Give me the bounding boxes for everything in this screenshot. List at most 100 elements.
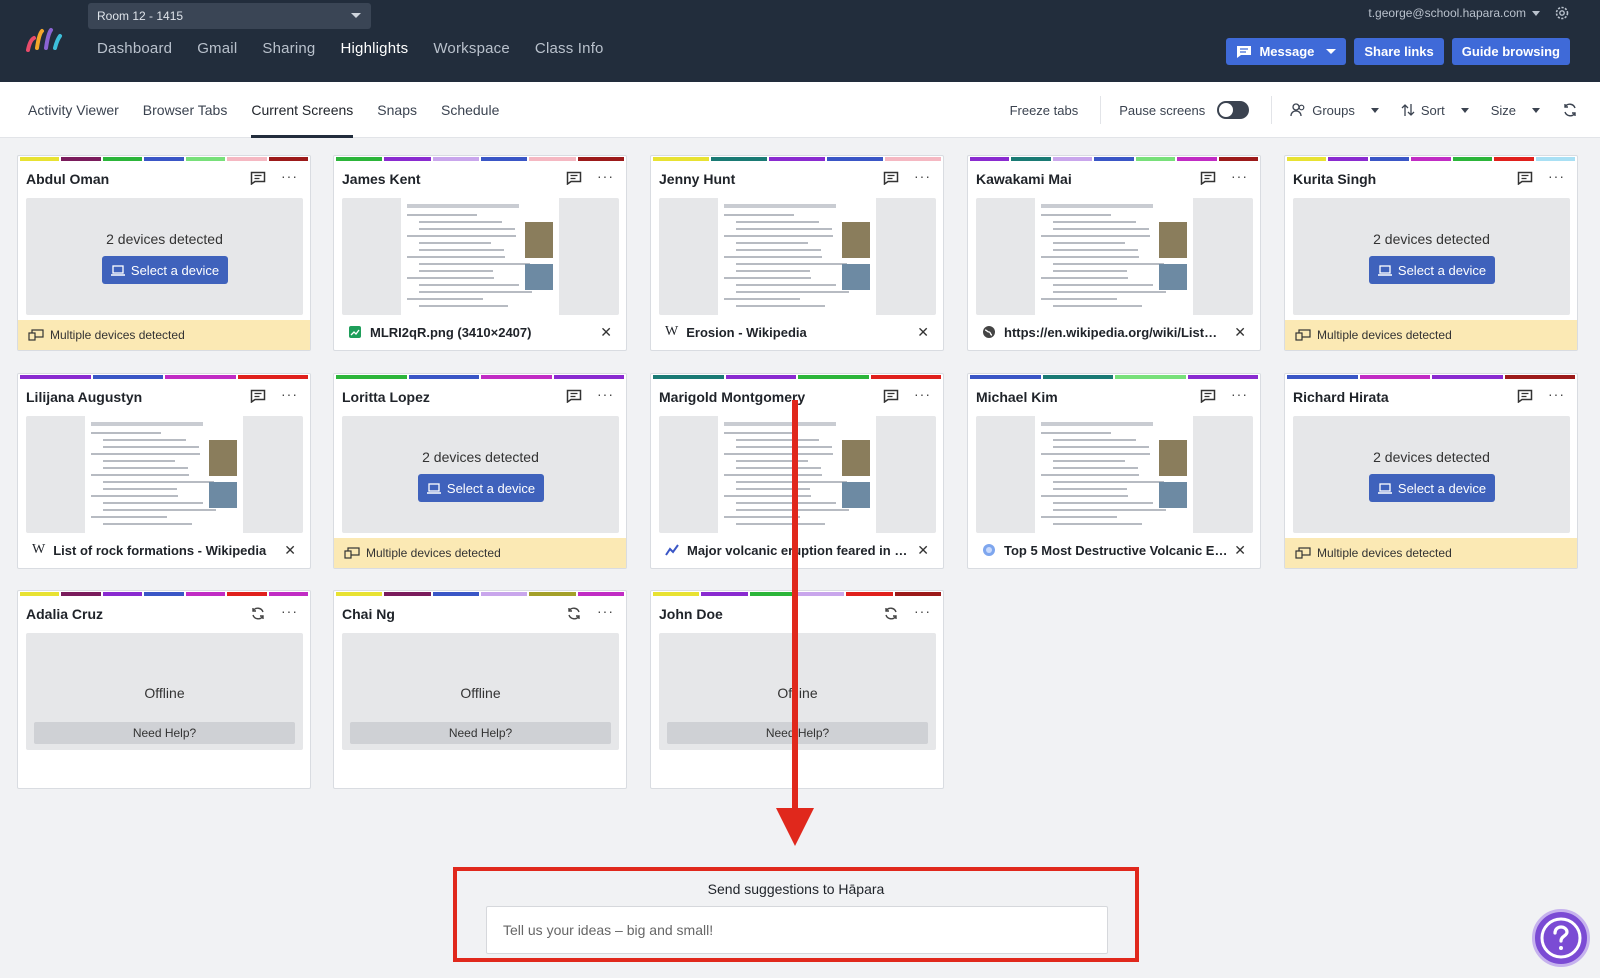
active-tab[interactable]: https://en.wikipedia.org/wiki/List… ✕: [982, 323, 1246, 341]
student-card[interactable]: Lilijana Augustyn ··· W List of rock format…: [17, 373, 311, 569]
need-help-button[interactable]: Need Help?: [34, 722, 295, 744]
multiple-devices-label: Multiple devices detected: [366, 546, 501, 560]
student-card[interactable]: Jenny Hunt ··· W Erosion - Wikipedia ✕: [650, 155, 944, 351]
groups-dropdown[interactable]: Groups: [1290, 103, 1379, 118]
more-options-icon[interactable]: ···: [914, 168, 931, 184]
more-options-icon[interactable]: ···: [281, 603, 298, 619]
message-label: Message: [1259, 44, 1315, 59]
active-tab[interactable]: Top 5 Most Destructive Volcanic E… ✕: [982, 541, 1246, 559]
more-options-icon[interactable]: ···: [1548, 168, 1565, 184]
student-card[interactable]: John Doe ··· Offline Need Help?: [650, 590, 944, 789]
student-card[interactable]: Michael Kim ··· Top 5 Most Destructive Vol…: [967, 373, 1261, 569]
refresh-icon[interactable]: [1562, 102, 1578, 118]
tab-browser-tabs[interactable]: Browser Tabs: [143, 82, 228, 138]
more-options-icon[interactable]: ···: [281, 168, 298, 184]
active-tab[interactable]: MLRI2qR.png (3410×2407) ✕: [348, 323, 612, 341]
message-icon[interactable]: [566, 171, 582, 185]
close-icon[interactable]: ✕: [1234, 324, 1246, 341]
message-button[interactable]: Message: [1226, 38, 1347, 65]
tab-schedule[interactable]: Schedule: [441, 82, 499, 138]
more-options-icon[interactable]: ···: [1548, 386, 1565, 402]
close-icon[interactable]: ✕: [284, 542, 296, 559]
student-card[interactable]: Richard Hirata ··· 2 devices detected Selec…: [1284, 373, 1578, 569]
need-help-button[interactable]: Need Help?: [350, 722, 611, 744]
student-card[interactable]: Kawakami Mai ··· https://en.wikipedia.org/…: [967, 155, 1261, 351]
refresh-icon[interactable]: [883, 606, 899, 620]
select-device-button[interactable]: Select a device: [1369, 256, 1495, 284]
message-icon[interactable]: [1517, 389, 1533, 403]
group-stripe: [432, 157, 479, 161]
group-stripe: [1369, 157, 1410, 161]
student-card[interactable]: James Kent ··· MLRI2qR.png (3410×2407) ✕: [333, 155, 627, 351]
guide-browsing-button[interactable]: Guide browsing: [1451, 38, 1570, 65]
need-help-button[interactable]: Need Help?: [667, 722, 928, 744]
screen-preview[interactable]: [976, 198, 1253, 315]
student-card[interactable]: Abdul Oman ··· 2 devices detected Select a …: [17, 155, 311, 351]
tab-snaps[interactable]: Snaps: [377, 82, 417, 138]
help-button[interactable]: [1532, 909, 1590, 967]
refresh-icon[interactable]: [250, 606, 266, 620]
group-stripe: [408, 375, 479, 379]
nav-class-info[interactable]: Class Info: [535, 40, 604, 57]
nav-dashboard[interactable]: Dashboard: [97, 40, 172, 57]
message-icon[interactable]: [1200, 171, 1216, 185]
more-options-icon[interactable]: ···: [914, 603, 931, 619]
sort-label: Sort: [1420, 102, 1445, 118]
close-icon[interactable]: ✕: [600, 324, 612, 341]
active-tab[interactable]: W List of rock formations - Wikipedia ✕: [32, 541, 296, 559]
freeze-tabs-button[interactable]: Freeze tabs: [1010, 103, 1079, 118]
tab-current-screens[interactable]: Current Screens: [251, 82, 353, 138]
more-options-icon[interactable]: ···: [597, 168, 614, 184]
size-dropdown[interactable]: Size: [1491, 103, 1540, 118]
toggle-switch[interactable]: [1217, 101, 1250, 119]
screen-preview[interactable]: [26, 416, 303, 533]
room-select[interactable]: Room 12 - 1415: [88, 3, 371, 29]
select-device-button[interactable]: Select a device: [102, 256, 228, 284]
more-options-icon[interactable]: ···: [1231, 168, 1248, 184]
screen-preview: 2 devices detected Select a device: [1293, 416, 1570, 533]
screen-preview[interactable]: [342, 198, 619, 315]
more-options-icon[interactable]: ···: [914, 386, 931, 402]
more-options-icon[interactable]: ···: [597, 603, 614, 619]
suggestions-input[interactable]: [486, 906, 1108, 954]
pause-screens-toggle[interactable]: Pause screens: [1119, 101, 1250, 119]
nav-workspace[interactable]: Workspace: [433, 40, 510, 57]
message-icon[interactable]: [1200, 389, 1216, 403]
screen-preview[interactable]: [976, 416, 1253, 533]
message-icon[interactable]: [250, 389, 266, 403]
student-card[interactable]: Chai Ng ··· Offline Need Help?: [333, 590, 627, 789]
refresh-icon[interactable]: [566, 606, 582, 620]
message-icon[interactable]: [566, 389, 582, 403]
select-device-button[interactable]: Select a device: [418, 474, 544, 502]
nav-highlights[interactable]: Highlights: [340, 40, 408, 57]
share-links-button[interactable]: Share links: [1354, 38, 1444, 65]
hapara-logo[interactable]: [24, 26, 68, 56]
active-tab[interactable]: Major volcanic eruption feared in … ✕: [665, 541, 929, 559]
nav-gmail[interactable]: Gmail: [197, 40, 237, 57]
message-icon[interactable]: [250, 171, 266, 185]
message-icon[interactable]: [883, 171, 899, 185]
user-menu[interactable]: t.george@school.hapara.com: [1368, 6, 1540, 20]
message-icon[interactable]: [1517, 171, 1533, 185]
active-tab[interactable]: W Erosion - Wikipedia ✕: [665, 323, 929, 341]
sort-dropdown[interactable]: Sort: [1401, 103, 1469, 118]
more-options-icon[interactable]: ···: [281, 386, 298, 402]
student-card[interactable]: Adalia Cruz ··· Offline Need Help?: [17, 590, 311, 789]
more-options-icon[interactable]: ···: [597, 386, 614, 402]
message-icon[interactable]: [883, 389, 899, 403]
close-icon[interactable]: ✕: [1234, 542, 1246, 559]
student-card[interactable]: Kurita Singh ··· 2 devices detected Select …: [1284, 155, 1578, 351]
more-options-icon[interactable]: ···: [1231, 386, 1248, 402]
tab-activity-viewer[interactable]: Activity Viewer: [28, 82, 119, 138]
close-icon[interactable]: ✕: [917, 324, 929, 341]
close-icon[interactable]: ✕: [917, 542, 929, 559]
screen-preview[interactable]: [659, 416, 936, 533]
screen-preview[interactable]: [659, 198, 936, 315]
gear-icon[interactable]: [1554, 5, 1570, 21]
screen-preview: Offline Need Help?: [342, 633, 619, 750]
group-stripe: [61, 157, 101, 161]
student-card[interactable]: Marigold Montgomery ··· Major volcanic eru…: [650, 373, 944, 569]
student-card[interactable]: Loritta Lopez ··· 2 devices detected Select…: [333, 373, 627, 569]
select-device-button[interactable]: Select a device: [1369, 474, 1495, 502]
nav-sharing[interactable]: Sharing: [262, 40, 315, 57]
